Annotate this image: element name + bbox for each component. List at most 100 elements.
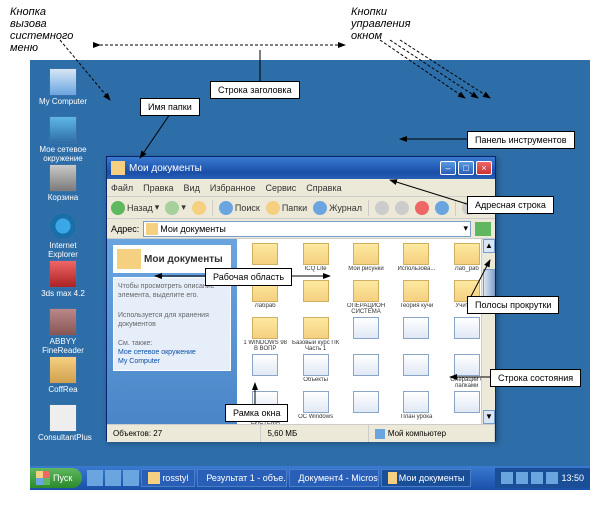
callout-frame: Рамка окна <box>225 404 288 422</box>
folder-icon <box>303 243 329 265</box>
folder-item[interactable]: Мои рисунки <box>342 243 390 278</box>
side-link-computer[interactable]: My Computer <box>118 357 226 366</box>
document-item[interactable] <box>342 391 390 424</box>
ie-icon <box>49 212 77 240</box>
desktop-icon-trash[interactable]: Корзина <box>38 164 88 203</box>
taskbar-task[interactable]: Мои документы <box>381 469 471 487</box>
go-button[interactable] <box>475 222 491 236</box>
tool-move[interactable] <box>375 201 389 215</box>
document-item[interactable] <box>342 317 390 352</box>
toolbar: Назад ▾ ▾ Поиск Папки Журнал ▾ <box>107 197 495 219</box>
document-item[interactable]: Объекты <box>291 354 339 389</box>
document-icon <box>353 391 379 413</box>
folder-icon <box>454 243 480 265</box>
forward-button[interactable]: ▾ <box>165 201 186 215</box>
folder-icon <box>117 249 141 269</box>
desktop-icon-comp[interactable]: My Computer <box>38 68 88 107</box>
side-hint: Используется для хранения документов <box>118 311 226 329</box>
address-input[interactable]: Мои документы ▾ <box>143 221 471 237</box>
back-button[interactable]: Назад ▾ <box>111 201 159 215</box>
callout-toolbar: Панель инструментов <box>467 131 575 149</box>
clock: 13:50 <box>561 473 584 483</box>
taskbar-task[interactable]: rosstyl <box>141 469 195 487</box>
folder-icon <box>146 223 158 235</box>
anno-system-menu: Кнопка вызова системного меню <box>10 6 73 54</box>
menu-Избранное[interactable]: Избранное <box>210 183 256 193</box>
folder-item[interactable]: Использова... <box>392 243 440 278</box>
side-hint: См. также: <box>118 339 226 348</box>
desktop-icon-ie[interactable]: Internet Explorer <box>38 212 88 260</box>
vertical-scrollbar[interactable]: ▲ ▼ <box>481 239 495 424</box>
side-title: Мои документы <box>144 254 223 265</box>
taskbar-task[interactable]: Документ4 - Micros... <box>289 469 379 487</box>
document-icon <box>353 354 379 376</box>
titlebar[interactable]: Мои документы ‒ □ × <box>107 157 495 179</box>
desktop-icon-coff[interactable]: CoffRea <box>38 356 88 395</box>
callout-title-row: Строка заголовка <box>210 81 300 99</box>
folder-item[interactable]: Теория кучи <box>392 280 440 315</box>
folder-item[interactable]: 1 WINDOWS 98 В ВОПР <box>241 317 289 352</box>
status-location: Мой компьютер <box>369 425 495 442</box>
start-button[interactable]: Пуск <box>30 468 82 488</box>
document-icon <box>252 354 278 376</box>
close-button[interactable]: × <box>476 161 492 175</box>
document-icon <box>454 391 480 413</box>
desktop-icon-cons[interactable]: ConsultantPlus <box>38 404 88 443</box>
folder-item[interactable]: ОПЕРАЦИОН СИСТЕМА <box>342 280 390 315</box>
folder-item[interactable]: ICQ Lite <box>291 243 339 278</box>
side-link-network[interactable]: Мое сетевое окружение <box>118 348 226 357</box>
tool-copy[interactable] <box>395 201 409 215</box>
document-item[interactable] <box>241 354 289 389</box>
menu-Вид[interactable]: Вид <box>184 183 200 193</box>
fine-icon <box>49 308 77 336</box>
window-title: Мои документы <box>129 163 202 174</box>
tool-undo[interactable] <box>435 201 449 215</box>
tool-delete[interactable] <box>415 201 429 215</box>
menu-Справка[interactable]: Справка <box>306 183 341 193</box>
document-icon <box>303 391 329 413</box>
folders-button[interactable]: Папки <box>266 201 307 215</box>
quicklaunch-icon[interactable] <box>87 470 103 486</box>
document-icon <box>454 354 480 376</box>
folder-item[interactable]: Базовый курс ПК Часть 1 <box>291 317 339 352</box>
history-button[interactable]: Журнал <box>313 201 362 215</box>
max-icon <box>49 260 77 288</box>
callout-folder-name: Имя папки <box>140 98 200 116</box>
desktop-icon-max[interactable]: 3ds max 4.2 <box>38 260 88 299</box>
up-button[interactable] <box>192 201 206 215</box>
tray-icon[interactable] <box>501 472 513 484</box>
taskbar-task[interactable]: Результат 1 - объе... <box>197 469 287 487</box>
menu-Файл[interactable]: Файл <box>111 183 133 193</box>
maximize-button[interactable]: □ <box>458 161 474 175</box>
tray-icon[interactable] <box>546 472 558 484</box>
status-objects: Объектов: 27 <box>107 425 261 442</box>
system-tray: 13:50 <box>495 468 590 488</box>
document-item[interactable]: План урока <box>392 391 440 424</box>
minimize-button[interactable]: ‒ <box>440 161 456 175</box>
address-bar: Адрес: Мои документы ▾ <box>107 219 495 239</box>
quicklaunch-icon[interactable] <box>105 470 121 486</box>
tray-icon[interactable] <box>516 472 528 484</box>
work-area[interactable]: ICQ LiteМои рисункиИспользова...Лаб_рабЛ… <box>237 239 495 424</box>
document-item[interactable] <box>392 354 440 389</box>
search-button[interactable]: Поиск <box>219 201 260 215</box>
side-panel: Мои документы Чтобы просмотреть описание… <box>107 239 237 424</box>
document-item[interactable] <box>392 317 440 352</box>
document-item[interactable]: ОС Windows <box>291 391 339 424</box>
folder-item[interactable] <box>291 280 339 315</box>
folder-icon <box>303 280 329 302</box>
system-menu-icon[interactable] <box>111 161 125 175</box>
comp-icon <box>49 68 77 96</box>
menu-Сервис[interactable]: Сервис <box>265 183 296 193</box>
quicklaunch-icon[interactable] <box>123 470 139 486</box>
net-icon <box>49 116 77 144</box>
tray-icon[interactable] <box>531 472 543 484</box>
desktop-icon-fine[interactable]: ABBYY FineReader <box>38 308 88 356</box>
desktop-icon-net[interactable]: Мое сетевое окружение <box>38 116 88 164</box>
taskbar: Пуск rosstylРезультат 1 - объе...Докумен… <box>30 466 590 490</box>
task-icon <box>388 472 396 484</box>
address-label: Адрес: <box>111 224 139 234</box>
menu-Правка[interactable]: Правка <box>143 183 173 193</box>
document-item[interactable] <box>342 354 390 389</box>
coff-icon <box>49 356 77 384</box>
